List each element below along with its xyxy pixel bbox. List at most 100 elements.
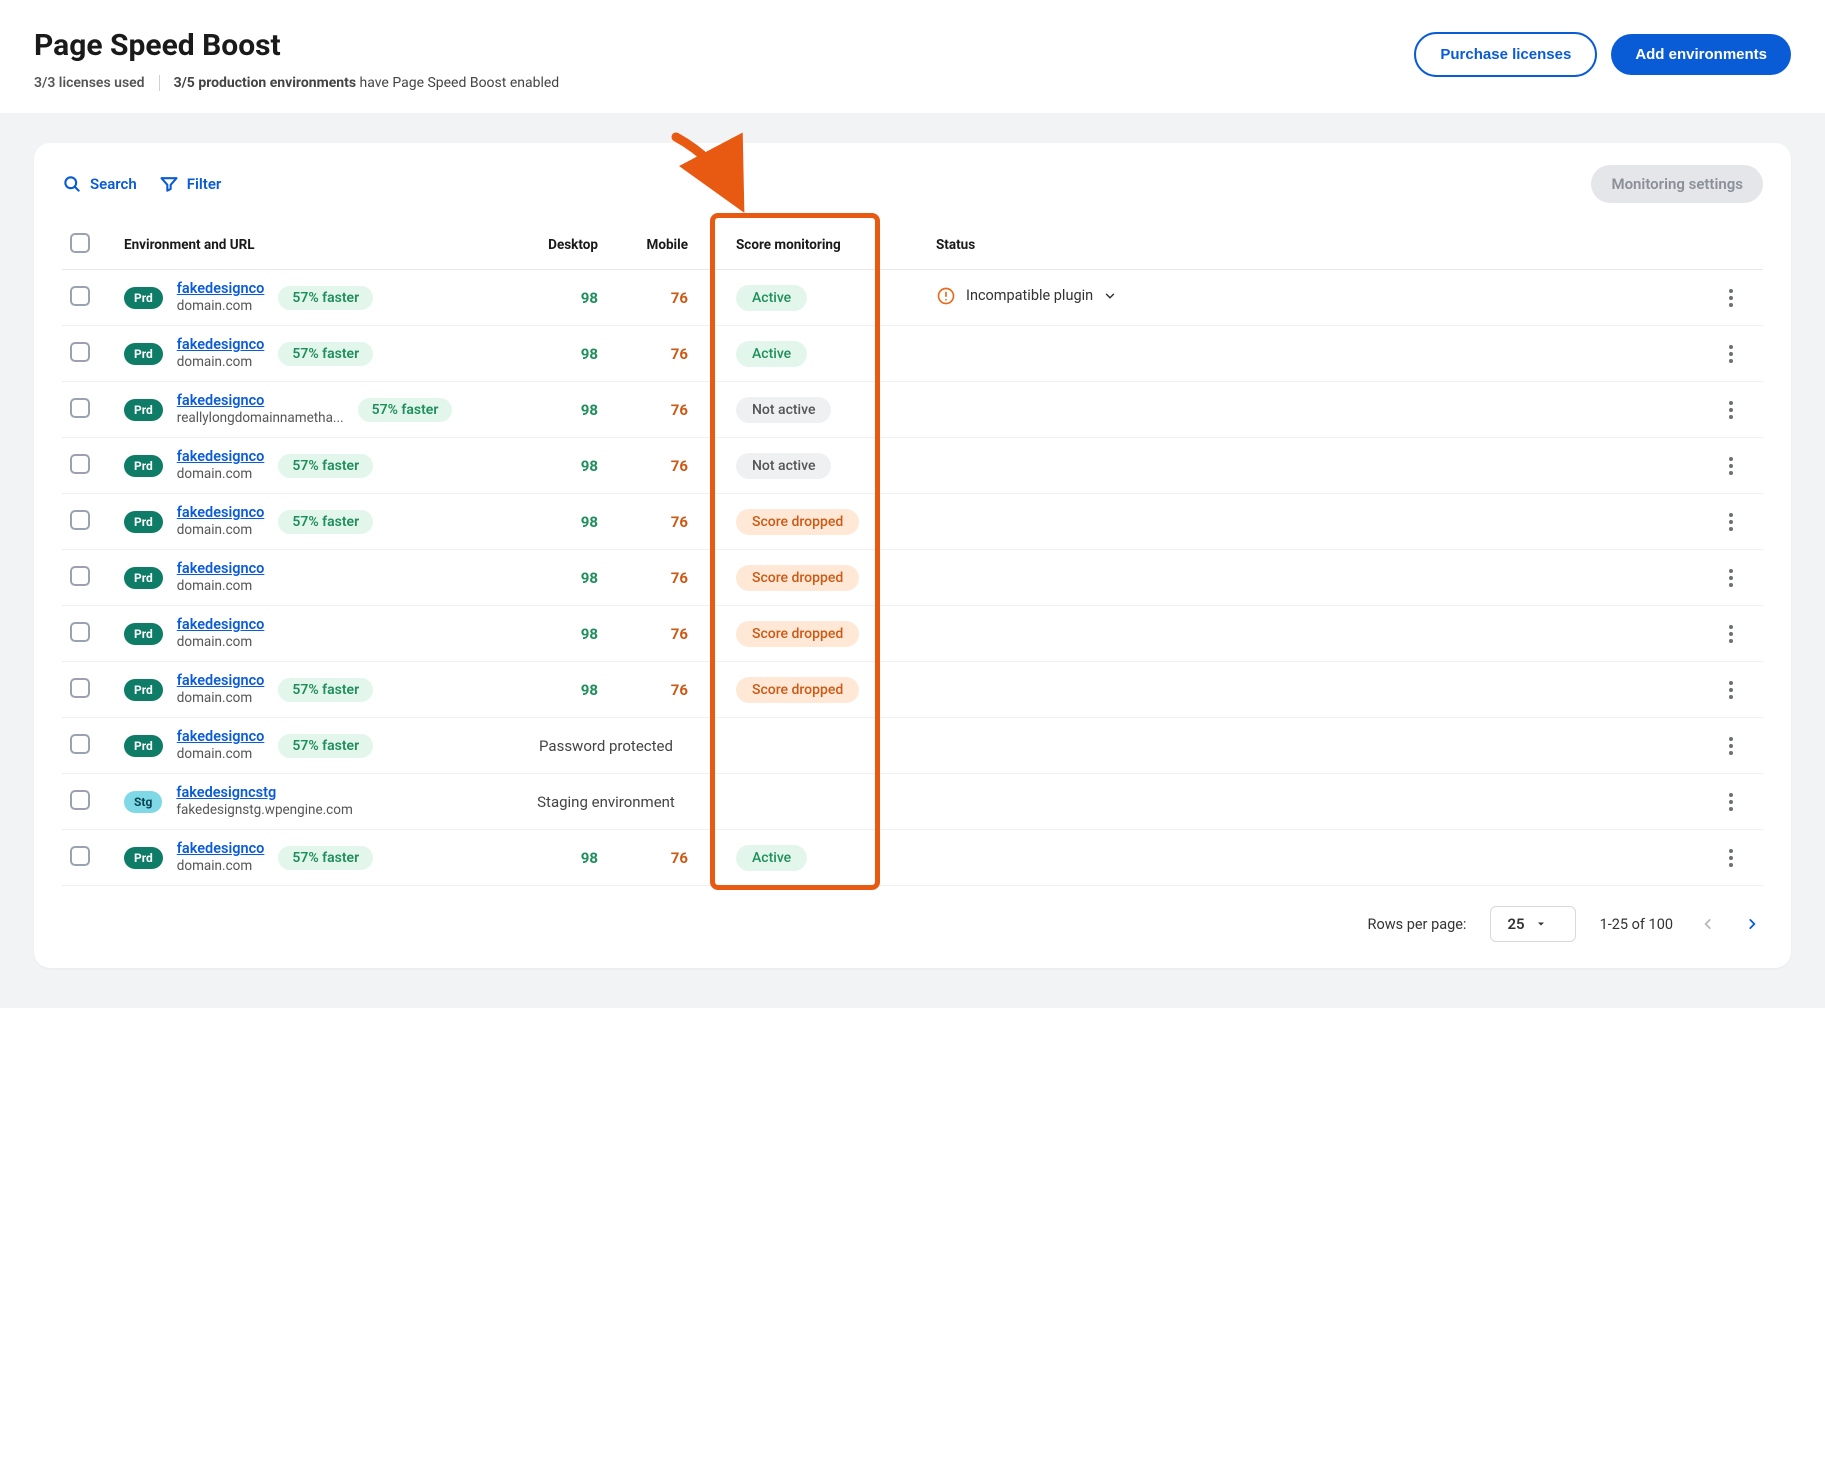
env-name-link[interactable]: fakedesignco — [177, 840, 265, 858]
speed-pill: 57% faster — [278, 454, 373, 478]
column-header-mobile[interactable]: Mobile — [606, 221, 696, 270]
row-checkbox[interactable] — [70, 734, 90, 754]
divider — [159, 75, 160, 91]
chevron-right-icon — [1745, 917, 1759, 931]
row-actions-menu[interactable] — [1717, 284, 1745, 312]
row-actions-menu[interactable] — [1717, 452, 1745, 480]
select-all-checkbox[interactable] — [70, 233, 90, 253]
column-header-status[interactable]: Status — [896, 221, 1709, 270]
monitoring-pill: Score dropped — [736, 621, 859, 647]
row-checkbox[interactable] — [70, 790, 90, 810]
env-domain: domain.com — [177, 858, 265, 875]
row-note: Staging environment — [537, 793, 675, 811]
desktop-score: 98 — [581, 625, 598, 643]
env-name-link[interactable]: fakedesignco — [177, 448, 265, 466]
monitoring-pill: Score dropped — [736, 677, 859, 703]
row-actions-menu[interactable] — [1717, 788, 1745, 816]
env-name-link[interactable]: fakedesignco — [177, 728, 265, 746]
row-checkbox[interactable] — [70, 622, 90, 642]
column-header-env[interactable]: Environment and URL — [116, 221, 516, 270]
env-name-link[interactable]: fakedesignco — [177, 280, 265, 298]
chevron-left-icon — [1701, 917, 1715, 931]
row-note: Password protected — [539, 737, 673, 755]
table-row: Prd fakedesignco domain.com 9876Score dr… — [62, 550, 1763, 606]
add-environments-button[interactable]: Add environments — [1611, 34, 1791, 75]
row-checkbox[interactable] — [70, 678, 90, 698]
status-toggle[interactable]: Incompatible plugin — [936, 286, 1117, 306]
prev-page-button[interactable] — [1697, 913, 1719, 935]
env-name-link[interactable]: fakedesignco — [177, 560, 265, 578]
env-name-link[interactable]: fakedesignco — [177, 336, 265, 354]
env-domain: fakedesignstg.wpengine.com — [176, 802, 352, 819]
row-checkbox[interactable] — [70, 398, 90, 418]
row-checkbox[interactable] — [70, 286, 90, 306]
row-actions-menu[interactable] — [1717, 396, 1745, 424]
speed-pill: 57% faster — [278, 734, 373, 758]
warning-icon — [936, 286, 956, 306]
env-name-link[interactable]: fakedesignco — [177, 616, 265, 634]
speed-pill: 57% faster — [278, 342, 373, 366]
row-actions-menu[interactable] — [1717, 844, 1745, 872]
column-header-score[interactable]: Score monitoring — [696, 221, 896, 270]
row-checkbox[interactable] — [70, 566, 90, 586]
licenses-used-label: 3/3 licenses used — [34, 75, 145, 91]
table-row: Prd fakedesignco domain.com 57% faster 9… — [62, 326, 1763, 382]
page-title: Page Speed Boost — [34, 28, 559, 63]
monitoring-pill: Not active — [736, 453, 831, 479]
prod-env-stat-bold: 3/5 production environments — [174, 75, 356, 91]
mobile-score: 76 — [671, 569, 688, 587]
desktop-score: 98 — [581, 569, 598, 587]
mobile-score: 76 — [671, 681, 688, 699]
search-label: Search — [90, 175, 137, 193]
table-row: Stg fakedesigncstg fakedesignstg.wpengin… — [62, 774, 1763, 830]
row-actions-menu[interactable] — [1717, 564, 1745, 592]
env-tag: Stg — [124, 791, 162, 813]
purchase-licenses-button[interactable]: Purchase licenses — [1414, 32, 1597, 77]
filter-button[interactable]: Filter — [159, 174, 222, 194]
env-tag: Prd — [124, 679, 163, 701]
row-actions-menu[interactable] — [1717, 620, 1745, 648]
desktop-score: 98 — [581, 345, 598, 363]
rows-per-page-select[interactable]: 25 — [1490, 906, 1575, 942]
speed-pill: 57% faster — [278, 678, 373, 702]
pagination-range: 1-25 of 100 — [1600, 916, 1673, 933]
env-tag: Prd — [124, 511, 163, 533]
search-button[interactable]: Search — [62, 174, 137, 194]
env-domain: domain.com — [177, 522, 265, 539]
desktop-score: 98 — [581, 849, 598, 867]
desktop-score: 98 — [581, 289, 598, 307]
row-actions-menu[interactable] — [1717, 676, 1745, 704]
env-domain: domain.com — [177, 746, 265, 763]
table-row: Prd fakedesignco domain.com 57% faster 9… — [62, 830, 1763, 886]
row-actions-menu[interactable] — [1717, 732, 1745, 760]
row-checkbox[interactable] — [70, 510, 90, 530]
table-row: Prd fakedesignco domain.com 57% faster P… — [62, 718, 1763, 774]
row-checkbox[interactable] — [70, 342, 90, 362]
search-icon — [62, 174, 82, 194]
next-page-button[interactable] — [1741, 913, 1763, 935]
env-domain: domain.com — [177, 466, 265, 483]
column-header-desktop[interactable]: Desktop — [516, 221, 606, 270]
env-tag: Prd — [124, 567, 163, 589]
env-name-link[interactable]: fakedesignco — [177, 392, 344, 410]
monitoring-pill: Active — [736, 341, 807, 367]
env-name-link[interactable]: fakedesignco — [177, 504, 265, 522]
monitoring-settings-button[interactable]: Monitoring settings — [1591, 165, 1763, 203]
env-tag: Prd — [124, 623, 163, 645]
row-actions-menu[interactable] — [1717, 508, 1745, 536]
env-tag: Prd — [124, 343, 163, 365]
row-checkbox[interactable] — [70, 846, 90, 866]
mobile-score: 76 — [671, 513, 688, 531]
mobile-score: 76 — [671, 289, 688, 307]
mobile-score: 76 — [671, 457, 688, 475]
row-actions-menu[interactable] — [1717, 340, 1745, 368]
env-name-link[interactable]: fakedesignco — [177, 672, 265, 690]
row-checkbox[interactable] — [70, 454, 90, 474]
speed-pill: 57% faster — [358, 398, 453, 422]
env-name-link[interactable]: fakedesigncstg — [176, 784, 352, 802]
table-row: Prd fakedesignco domain.com 57% faster 9… — [62, 662, 1763, 718]
env-domain: domain.com — [177, 578, 265, 595]
speed-pill: 57% faster — [278, 846, 373, 870]
desktop-score: 98 — [581, 681, 598, 699]
env-domain: reallylongdomainnametha... — [177, 410, 344, 427]
